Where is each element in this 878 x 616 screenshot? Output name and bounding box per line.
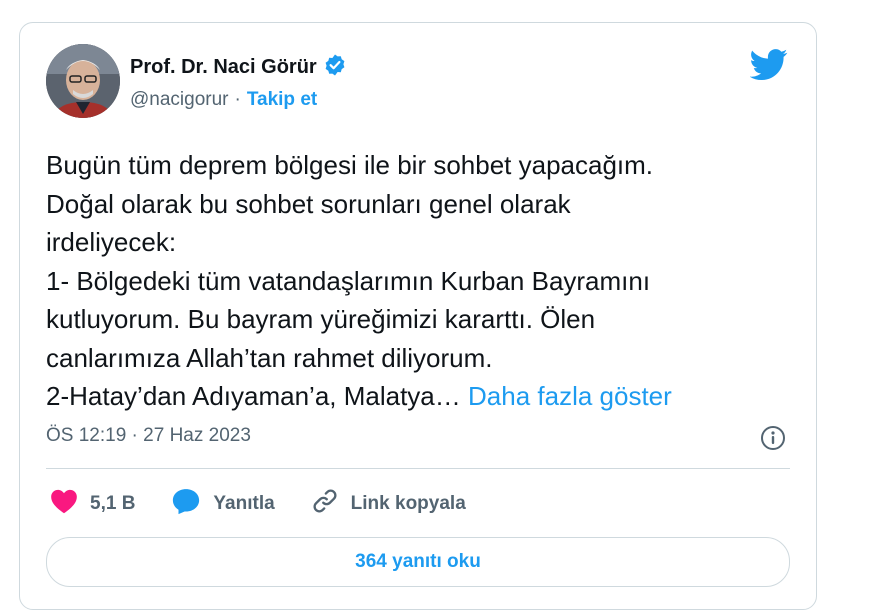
link-icon xyxy=(311,487,339,521)
like-button[interactable]: 5,1 B xyxy=(50,488,135,520)
twitter-bird-icon[interactable] xyxy=(749,49,788,86)
heart-icon xyxy=(50,488,78,520)
tweet-timestamp[interactable]: ÖS 12:19 · 27 Haz 2023 xyxy=(46,425,251,447)
tweet-body: Bugün tüm deprem bölgesi ile bir sohbet … xyxy=(46,150,654,411)
reply-button[interactable]: Yanıtla xyxy=(171,487,275,521)
copy-link-button[interactable]: Link kopyala xyxy=(311,487,466,521)
avatar[interactable] xyxy=(46,44,120,118)
author-handle[interactable]: @nacigorur xyxy=(130,89,229,111)
author-name[interactable]: Prof. Dr. Naci Görür xyxy=(130,56,317,79)
reply-bubble-icon xyxy=(171,487,201,521)
tweet-text: Bugün tüm deprem bölgesi ile bir sohbet … xyxy=(46,146,806,416)
follow-button[interactable]: Takip et xyxy=(247,89,317,111)
like-count: 5,1 B xyxy=(90,493,136,514)
info-icon[interactable] xyxy=(760,425,786,456)
show-more-link[interactable]: Daha fazla göster xyxy=(468,381,672,411)
separator-dot: · xyxy=(234,89,241,110)
action-bar: 5,1 B Yanıtla Link kopyala xyxy=(50,487,502,521)
verified-badge-icon xyxy=(323,53,347,82)
read-replies-button[interactable]: 364 yanıtı oku xyxy=(46,537,790,587)
author-name-row: Prof. Dr. Naci Görür xyxy=(130,53,347,82)
handle-row: @nacigorur · Takip et xyxy=(130,89,317,111)
copy-link-label: Link kopyala xyxy=(350,493,466,514)
tweet-card: Prof. Dr. Naci Görür @nacigorur · Takip … xyxy=(19,22,817,610)
reply-label: Yanıtla xyxy=(213,493,275,514)
divider xyxy=(46,468,790,469)
